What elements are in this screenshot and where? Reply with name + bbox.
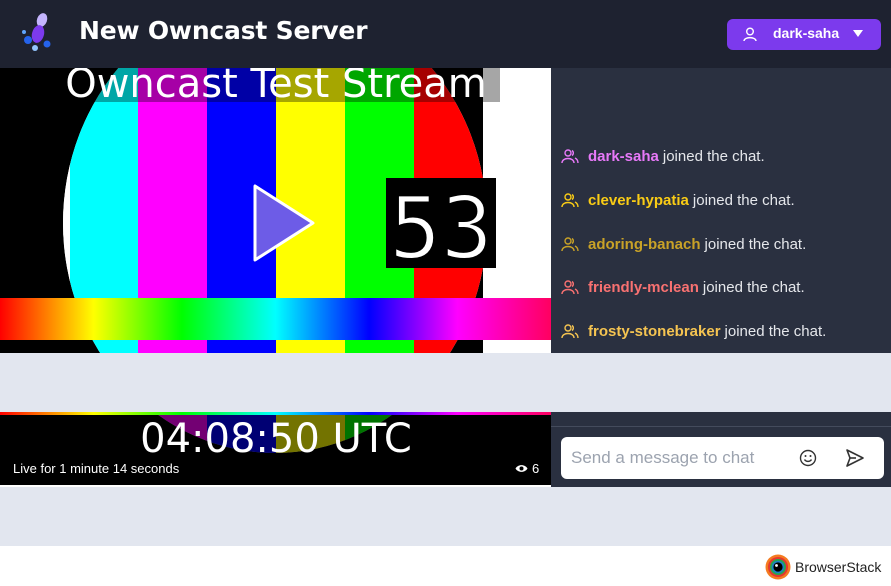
user-joined-icon <box>561 237 579 252</box>
user-joined-icon <box>561 193 579 208</box>
chat-message: friendly-mclean joined the chat. <box>561 276 805 298</box>
chat-username[interactable]: friendly-mclean <box>588 279 699 296</box>
chat-message: clever-hypatia joined the chat. <box>561 189 795 211</box>
chat-divider <box>551 426 891 427</box>
chat-username[interactable]: dark-saha <box>588 148 659 165</box>
send-icon[interactable] <box>845 448 865 468</box>
chat-message-text: joined the chat. <box>692 191 795 209</box>
emoji-icon[interactable] <box>799 449 817 467</box>
browserstack-logo-icon <box>765 554 791 580</box>
video-player[interactable]: Owncast Test Stream 53 04:08:50 UTC <box>0 68 551 485</box>
viewer-count: 6 <box>515 461 539 476</box>
chat-message: frosty-stonebraker joined the chat. <box>561 320 826 342</box>
counter-display: 53 <box>389 179 493 279</box>
eye-icon <box>515 465 528 472</box>
chat-username[interactable]: frosty-stonebraker <box>588 323 721 340</box>
chat-message-input[interactable] <box>561 437 791 479</box>
stream-overlay-title: Owncast Test Stream <box>65 68 487 107</box>
browserstack-label: BrowserStack <box>795 559 882 575</box>
user-joined-icon <box>561 149 579 164</box>
chat-message-text: joined the chat. <box>662 147 765 165</box>
viewer-count-value: 6 <box>532 461 540 476</box>
chat-username[interactable]: adoring-banach <box>588 236 701 253</box>
chat-message: dark-saha joined the chat. <box>561 145 765 167</box>
chat-message-text: joined the chat. <box>704 235 807 253</box>
chat-message-text: joined the chat. <box>724 322 827 340</box>
chat-input-container <box>561 437 884 479</box>
live-duration: Live for 1 minute 14 seconds <box>13 461 180 476</box>
owncast-logo-icon[interactable] <box>18 10 64 56</box>
test-pattern: Owncast Test Stream 53 04:08:50 UTC <box>0 68 551 485</box>
chat-username[interactable]: clever-hypatia <box>588 192 689 209</box>
chat-panel: dark-saha joined the chat. clever-hypati… <box>551 68 891 487</box>
user-joined-icon <box>561 324 579 339</box>
caret-down-icon <box>853 30 863 37</box>
browserstack-badge: BrowserStack <box>765 553 881 581</box>
chat-message-text: joined the chat. <box>702 278 805 296</box>
user-menu-button[interactable]: dark-saha <box>727 19 881 50</box>
page-overlay-band <box>0 353 891 412</box>
username-label: dark-saha <box>773 25 840 41</box>
header: New Owncast Server dark-saha <box>0 0 891 68</box>
chat-message: adoring-banach joined the chat. <box>561 233 806 255</box>
page-content-area <box>0 487 891 546</box>
stream-status-bar: Live for 1 minute 14 seconds 6 <box>0 455 551 485</box>
user-icon <box>743 27 757 42</box>
server-title: New Owncast Server <box>79 16 368 45</box>
user-joined-icon <box>561 280 579 295</box>
